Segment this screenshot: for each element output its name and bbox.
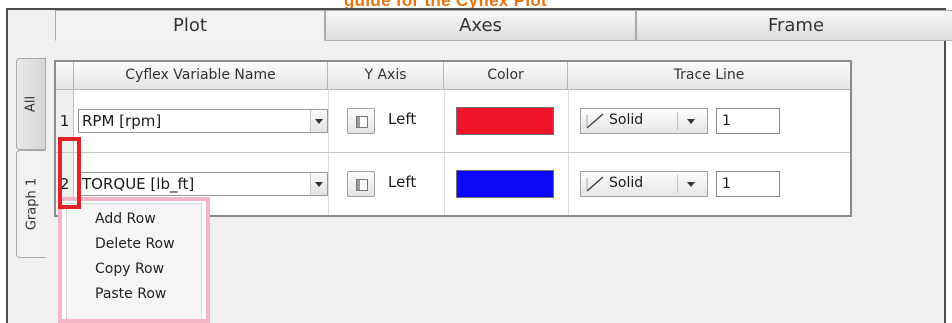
column-header-variable[interactable]: Cyflex Variable Name	[74, 62, 328, 90]
trace-table: Cyflex Variable Name Y Axis Color Trace …	[54, 60, 852, 217]
chevron-down-icon[interactable]	[687, 119, 695, 124]
top-tab-bar: Plot Axes Frame	[55, 10, 952, 41]
y-axis-toggle-button[interactable]	[347, 108, 375, 134]
axis-icon	[356, 116, 368, 128]
variable-select[interactable]: TORQUE [lb_ft]	[78, 172, 328, 196]
menu-item-paste-row[interactable]: Paste Row	[95, 286, 166, 302]
color-swatch[interactable]	[456, 107, 554, 135]
side-tab-graph-label: Graph 1	[24, 177, 39, 231]
y-axis-label: Left	[388, 110, 417, 128]
column-header-y-axis[interactable]: Y Axis	[328, 62, 444, 90]
side-tab-graph-1[interactable]: Graph 1	[16, 150, 46, 258]
tab-axes[interactable]: Axes	[325, 10, 636, 41]
axis-icon	[356, 179, 368, 191]
chevron-down-icon[interactable]	[687, 182, 695, 187]
side-tab-all-label: All	[23, 95, 39, 113]
y-axis-label: Left	[388, 173, 417, 191]
tab-frame[interactable]: Frame	[636, 10, 952, 41]
column-header-trace-line[interactable]: Trace Line	[568, 62, 850, 90]
y-axis-toggle-button[interactable]	[347, 171, 375, 197]
menu-item-delete-row[interactable]: Delete Row	[95, 236, 175, 252]
color-swatch[interactable]	[456, 170, 554, 198]
line-style-icon	[586, 113, 604, 129]
line-style-value: Solid	[609, 112, 644, 128]
line-style-icon	[586, 176, 604, 192]
row-context-menu: Add Row Delete Row Copy Row Paste Row	[58, 197, 210, 323]
line-style-select[interactable]: Solid	[580, 171, 708, 197]
variable-value: TORQUE [lb_ft]	[82, 175, 195, 193]
tab-plot[interactable]: Plot	[55, 10, 325, 41]
line-width-field[interactable]: 1	[716, 108, 780, 134]
side-tab-all[interactable]: All	[16, 58, 46, 150]
line-style-select[interactable]: Solid	[580, 108, 708, 134]
column-header-color[interactable]: Color	[444, 62, 568, 90]
chevron-down-icon[interactable]	[310, 173, 327, 195]
table-row: 1 RPM [rpm] Left Solid 1	[56, 90, 850, 152]
menu-item-add-row[interactable]: Add Row	[95, 211, 156, 227]
menu-item-copy-row[interactable]: Copy Row	[95, 261, 164, 277]
chevron-down-icon[interactable]	[310, 110, 327, 132]
line-style-value: Solid	[609, 175, 644, 191]
variable-select[interactable]: RPM [rpm]	[78, 109, 328, 133]
line-width-field[interactable]: 1	[716, 171, 780, 197]
variable-value: RPM [rpm]	[82, 112, 162, 130]
row-number-highlight	[58, 137, 81, 209]
table-corner	[56, 62, 74, 90]
